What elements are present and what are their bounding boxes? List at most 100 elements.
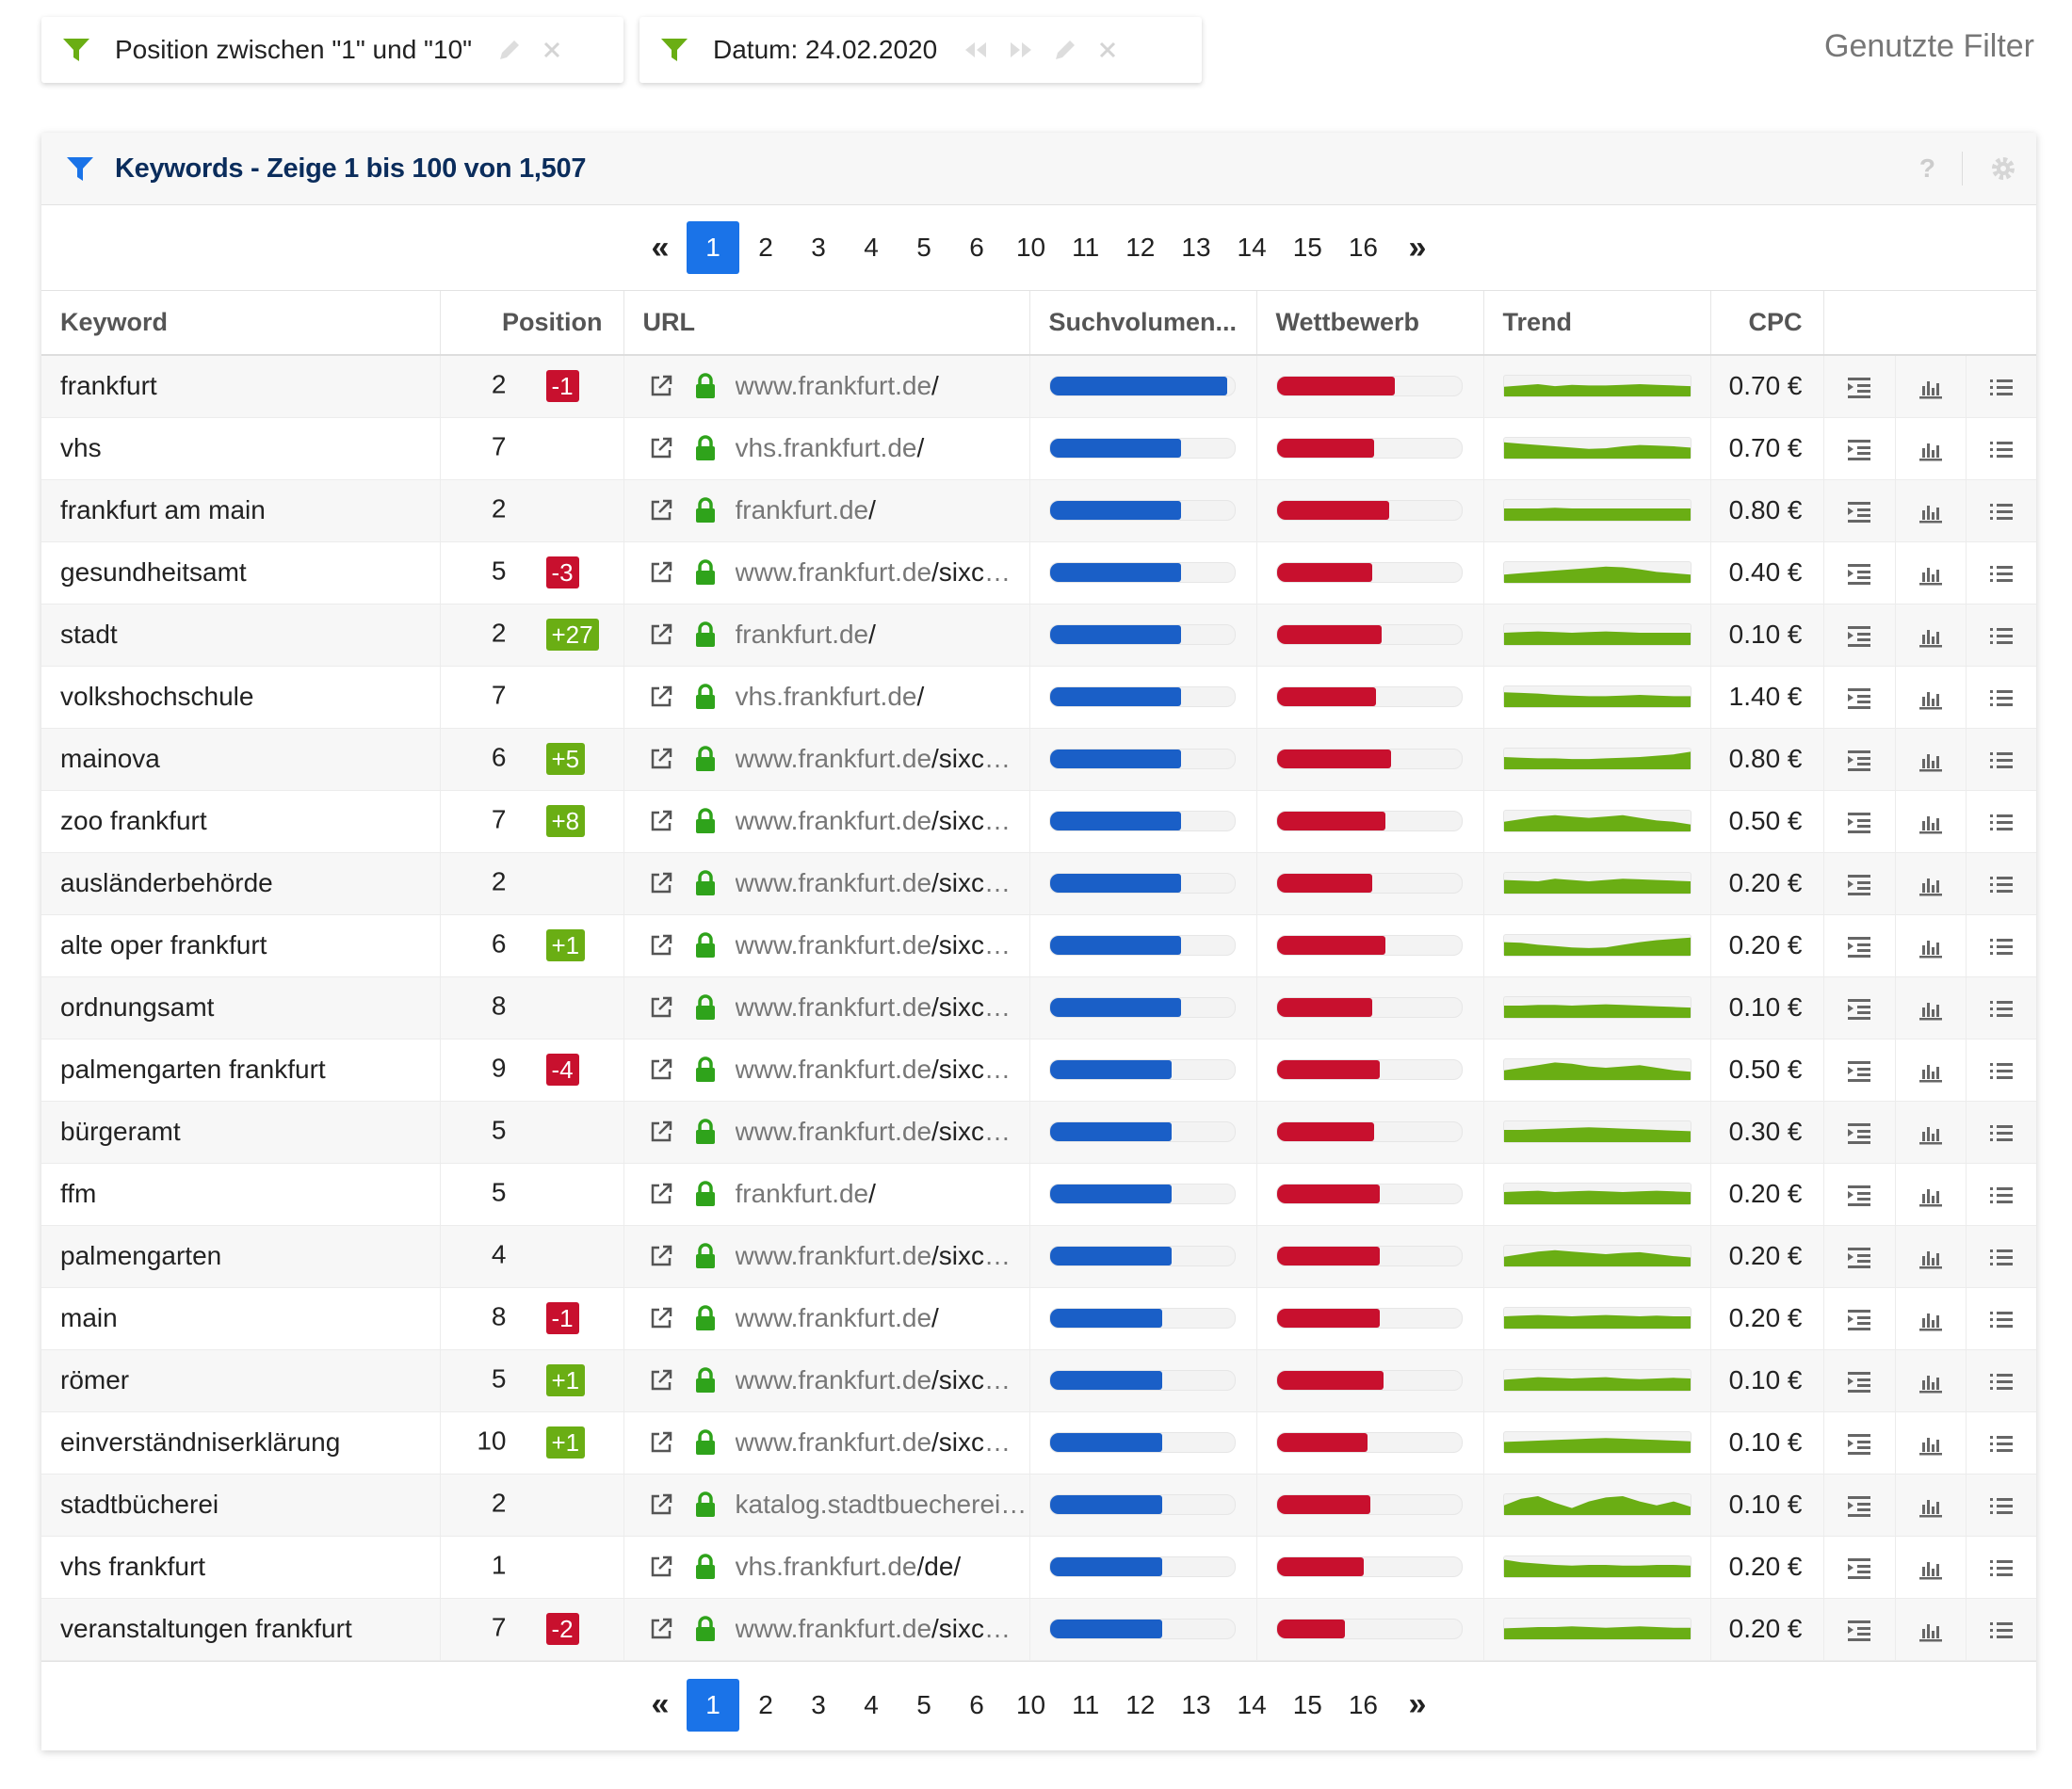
bar-chart-icon[interactable] — [1918, 682, 1944, 711]
bar-chart-icon[interactable] — [1918, 1490, 1944, 1519]
keyword-cell[interactable]: volkshochschule — [41, 666, 441, 729]
page-button[interactable]: 5 — [898, 221, 950, 274]
list-icon[interactable] — [1988, 557, 2015, 587]
indent-list-icon[interactable] — [1846, 930, 1872, 959]
url-link[interactable]: www.frankfurt.de/ — [736, 1303, 1029, 1333]
bar-chart-icon[interactable] — [1918, 1614, 1944, 1643]
url-link[interactable]: vhs.frankfurt.de/de/ — [736, 1552, 1029, 1582]
keyword-cell[interactable]: bürgeramt — [41, 1101, 441, 1164]
last-page-button[interactable]: » — [1391, 221, 1444, 274]
keyword-cell[interactable]: palmengarten — [41, 1225, 441, 1288]
indent-list-icon[interactable] — [1846, 1179, 1872, 1208]
bar-chart-icon[interactable] — [1918, 1552, 1944, 1581]
indent-list-icon[interactable] — [1846, 371, 1872, 400]
column-header-competition[interactable]: Wettbewerb — [1256, 291, 1484, 356]
list-icon[interactable] — [1988, 1552, 2015, 1581]
column-header-position[interactable]: Position — [440, 291, 624, 356]
url-link[interactable]: frankfurt.de/ — [736, 1179, 1029, 1209]
keyword-cell[interactable]: vhs frankfurt — [41, 1536, 441, 1599]
page-button[interactable]: 14 — [1224, 221, 1280, 274]
keyword-cell[interactable]: vhs — [41, 417, 441, 480]
external-link-icon[interactable] — [647, 1180, 685, 1208]
bar-chart-icon[interactable] — [1918, 433, 1944, 462]
help-icon[interactable]: ? — [1919, 153, 1935, 184]
external-link-icon[interactable] — [647, 1366, 685, 1394]
bar-chart-icon[interactable] — [1918, 1055, 1944, 1084]
keyword-cell[interactable]: stadtbücherei — [41, 1474, 441, 1537]
page-button[interactable]: 12 — [1112, 1679, 1168, 1732]
page-button[interactable]: 10 — [1003, 1679, 1059, 1732]
list-icon[interactable] — [1988, 930, 2015, 959]
url-link[interactable]: vhs.frankfurt.de/ — [736, 433, 1029, 463]
page-button[interactable]: 15 — [1280, 1679, 1335, 1732]
indent-list-icon[interactable] — [1846, 806, 1872, 835]
page-button[interactable]: 12 — [1112, 221, 1168, 274]
indent-list-icon[interactable] — [1846, 433, 1872, 462]
page-button[interactable]: 6 — [950, 221, 1003, 274]
external-link-icon[interactable] — [647, 745, 685, 773]
list-icon[interactable] — [1988, 1365, 2015, 1394]
indent-list-icon[interactable] — [1846, 682, 1872, 711]
indent-list-icon[interactable] — [1846, 557, 1872, 587]
external-link-icon[interactable] — [647, 1304, 685, 1332]
keyword-cell[interactable]: main — [41, 1287, 441, 1350]
indent-list-icon[interactable] — [1846, 1365, 1872, 1394]
external-link-icon[interactable] — [647, 869, 685, 897]
page-button[interactable]: 16 — [1335, 1679, 1391, 1732]
indent-list-icon[interactable] — [1846, 992, 1872, 1022]
page-button[interactable]: 15 — [1280, 221, 1335, 274]
bar-chart-icon[interactable] — [1918, 1303, 1944, 1332]
close-icon[interactable] — [542, 40, 562, 60]
list-icon[interactable] — [1988, 495, 2015, 524]
url-link[interactable]: www.frankfurt.de/sixcms/detail.php — [736, 1241, 1029, 1271]
column-header-search-volume[interactable]: Suchvolumen... — [1029, 291, 1257, 356]
page-button[interactable]: 11 — [1059, 1679, 1112, 1732]
list-icon[interactable] — [1988, 992, 2015, 1022]
external-link-icon[interactable] — [647, 993, 685, 1022]
keyword-cell[interactable]: zoo frankfurt — [41, 790, 441, 853]
page-button[interactable]: 13 — [1168, 1679, 1223, 1732]
external-link-icon[interactable] — [647, 931, 685, 959]
keyword-cell[interactable]: gesundheitsamt — [41, 541, 441, 604]
gear-icon[interactable] — [1989, 154, 2017, 183]
bar-chart-icon[interactable] — [1918, 557, 1944, 587]
bar-chart-icon[interactable] — [1918, 1241, 1944, 1270]
url-link[interactable]: www.frankfurt.de/sixcms/detail.php — [736, 992, 1029, 1023]
external-link-icon[interactable] — [647, 683, 685, 711]
indent-list-icon[interactable] — [1846, 1490, 1872, 1519]
keyword-cell[interactable]: frankfurt am main — [41, 479, 441, 542]
keyword-cell[interactable]: mainova — [41, 728, 441, 791]
page-button[interactable]: 1 — [686, 1678, 739, 1732]
page-button[interactable]: 3 — [792, 1679, 845, 1732]
indent-list-icon[interactable] — [1846, 1241, 1872, 1270]
column-header-keyword[interactable]: Keyword — [41, 291, 441, 356]
list-icon[interactable] — [1988, 682, 2015, 711]
list-icon[interactable] — [1988, 806, 2015, 835]
page-button[interactable]: 2 — [739, 221, 792, 274]
url-link[interactable]: katalog.stadtbuecherei.frankfurt.de/ — [736, 1490, 1029, 1520]
bar-chart-icon[interactable] — [1918, 992, 1944, 1022]
bar-chart-icon[interactable] — [1918, 371, 1944, 400]
url-link[interactable]: www.frankfurt.de/sixcms/detail.php — [736, 744, 1029, 774]
list-icon[interactable] — [1988, 1055, 2015, 1084]
url-link[interactable]: www.frankfurt.de/sixcms/detail.php — [736, 930, 1029, 960]
list-icon[interactable] — [1988, 1179, 2015, 1208]
page-button[interactable]: 1 — [686, 221, 739, 274]
url-link[interactable]: frankfurt.de/ — [736, 495, 1029, 525]
url-link[interactable]: www.frankfurt.de/sixcms/detail.php — [736, 1365, 1029, 1395]
fast-forward-icon[interactable] — [1007, 39, 1035, 61]
keyword-cell[interactable]: einverständniserklärung — [41, 1411, 441, 1475]
keyword-cell[interactable]: stadt — [41, 604, 441, 667]
bar-chart-icon[interactable] — [1918, 1365, 1944, 1394]
indent-list-icon[interactable] — [1846, 1117, 1872, 1146]
rewind-icon[interactable] — [962, 39, 990, 61]
url-link[interactable]: www.frankfurt.de/sixcms/detail.php — [736, 557, 1029, 588]
url-link[interactable]: www.frankfurt.de/sixcms/detail.php — [736, 1427, 1029, 1458]
indent-list-icon[interactable] — [1846, 868, 1872, 897]
close-icon[interactable] — [1097, 40, 1118, 60]
edit-icon[interactable] — [496, 37, 523, 63]
page-button[interactable]: 4 — [845, 221, 898, 274]
url-link[interactable]: frankfurt.de/ — [736, 620, 1029, 650]
keyword-cell[interactable]: ordnungsamt — [41, 976, 441, 1040]
external-link-icon[interactable] — [647, 807, 685, 835]
